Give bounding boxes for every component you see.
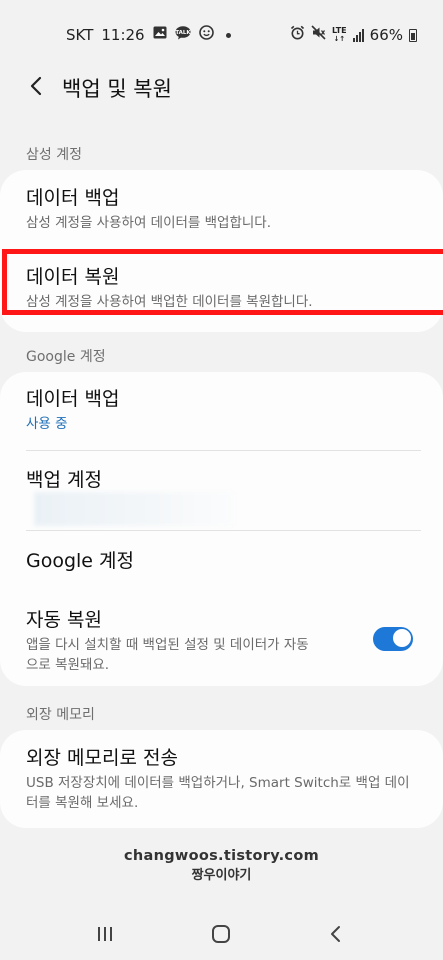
google-data-backup-item[interactable]: 데이터 백업 사용 중 <box>26 387 417 434</box>
mute-icon <box>311 25 326 45</box>
google-account-item[interactable]: Google 계정 <box>26 549 417 573</box>
samsung-data-backup-item[interactable]: 데이터 백업 삼성 계정을 사용하여 데이터를 백업합니다. <box>26 186 417 233</box>
back-arrow-icon <box>331 926 340 942</box>
gallery-notification-icon <box>153 26 167 44</box>
nav-back-button[interactable] <box>316 919 356 949</box>
talk-message-icon: TALK <box>175 25 191 45</box>
toggle-knob <box>393 629 411 647</box>
home-button[interactable] <box>201 919 241 949</box>
backup-account-item[interactable]: 백업 계정 <box>26 468 417 492</box>
item-title: 외장 메모리로 전송 <box>26 747 178 769</box>
samsung-data-restore-item[interactable]: 데이터 복원 삼성 계정을 사용하여 백업한 데이터를 복원합니다. <box>26 265 417 312</box>
item-subtitle: 삼성 계정을 사용하여 데이터를 백업합니다. <box>26 215 272 231</box>
navigation-bar <box>0 905 443 960</box>
battery-icon <box>409 28 417 42</box>
battery-percent: 66% <box>369 26 403 44</box>
status-left: SKT 11:26 TALK <box>66 25 231 45</box>
section-label-google: Google 계정 <box>26 349 106 365</box>
home-icon <box>212 925 230 943</box>
divider <box>26 450 421 451</box>
samsung-account-card: 데이터 백업 삼성 계정을 사용하여 데이터를 백업합니다. 데이터 복원 삼성… <box>0 170 443 332</box>
divider <box>26 530 421 531</box>
lte-indicator: LTE ↓↑ <box>331 26 347 44</box>
recent-apps-button[interactable] <box>85 919 125 949</box>
carrier: SKT <box>66 26 94 44</box>
status-right: LTE ↓↑ 66% <box>290 25 417 45</box>
more-notifications-dot <box>225 32 231 38</box>
clock: 11:26 <box>101 26 145 44</box>
external-memory-card: 외장 메모리로 전송 USB 저장장치에 데이터를 백업하거나, Smart S… <box>0 730 443 828</box>
recent-apps-icon <box>98 927 112 941</box>
item-title: 백업 계정 <box>26 469 102 491</box>
face-app-icon <box>198 25 214 45</box>
watermark-url: changwoos.tistory.com <box>123 848 320 864</box>
backup-status: 사용 중 <box>26 416 68 432</box>
item-subtitle: USB 저장장치에 데이터를 백업하거나, Smart Switch로 백업 데… <box>26 775 410 811</box>
chevron-left-icon <box>30 76 42 96</box>
external-transfer-item[interactable]: 외장 메모리로 전송 USB 저장장치에 데이터를 백업하거나, Smart S… <box>26 746 417 813</box>
watermark-name: 짱우이야기 <box>191 868 252 883</box>
auto-restore-toggle[interactable] <box>373 627 413 651</box>
signal-icon <box>352 28 364 42</box>
auto-restore-item[interactable]: 자동 복원 앱을 다시 설치할 때 백업된 설정 및 데이터가 자동으로 복원돼… <box>26 608 343 675</box>
item-subtitle: 앱을 다시 설치할 때 백업된 설정 및 데이터가 자동으로 복원돼요. <box>26 637 309 673</box>
alarm-icon <box>290 25 305 45</box>
item-title: Google 계정 <box>26 550 135 572</box>
status-bar: SKT 11:26 TALK LTE ↓↑ 66% <box>0 0 443 62</box>
section-label-samsung: 삼성 계정 <box>26 147 82 163</box>
page-title: 백업 및 복원 <box>62 77 172 101</box>
redacted-account-email <box>34 492 234 526</box>
item-title: 자동 복원 <box>26 609 102 631</box>
back-button[interactable] <box>22 70 50 102</box>
item-subtitle: 삼성 계정을 사용하여 백업한 데이터를 복원합니다. <box>26 294 313 310</box>
item-title: 데이터 백업 <box>26 388 120 410</box>
svg-text:TALK: TALK <box>175 30 191 36</box>
section-label-external: 외장 메모리 <box>26 707 95 723</box>
item-title: 데이터 복원 <box>26 266 120 288</box>
app-bar: 백업 및 복원 <box>0 62 443 110</box>
item-title: 데이터 백업 <box>26 187 120 209</box>
